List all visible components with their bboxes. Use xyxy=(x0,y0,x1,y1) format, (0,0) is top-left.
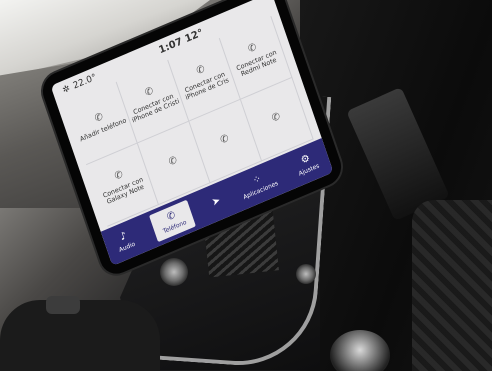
nav-label: Audio xyxy=(118,240,137,254)
nav-label: Teléfono xyxy=(162,218,188,236)
phone-icon: ✆ xyxy=(143,85,156,100)
cabin-temperature: 22.0° xyxy=(72,72,98,92)
fan-icon: ✲ xyxy=(61,83,72,97)
phone-icon: ✆ xyxy=(218,132,231,147)
steering-wheel-button[interactable] xyxy=(46,296,80,314)
passenger-seat xyxy=(412,200,492,371)
phone-icon: ✆ xyxy=(195,63,207,78)
volume-knob[interactable] xyxy=(160,258,188,286)
phone-icon: ✆ xyxy=(165,209,177,224)
apps-icon: ⁘ xyxy=(251,173,263,187)
time: 1:07 xyxy=(157,35,184,56)
nav-apps[interactable]: ⁘ Aplicaciones xyxy=(238,168,279,201)
steering-wheel xyxy=(0,300,160,371)
navigation-icon: ➤ xyxy=(210,194,222,209)
nav-label: Ajustes xyxy=(297,162,321,178)
nav-audio[interactable]: ♪ Audio xyxy=(114,228,136,254)
phone-icon: ✆ xyxy=(167,154,179,169)
nav-navigation[interactable]: ➤ xyxy=(211,194,223,210)
car-interior-photo: ✲ 22.0° 1:07 12° ✆ Añadir teléfono ✆ Con… xyxy=(0,0,492,371)
outside-temperature: 12° xyxy=(183,26,205,45)
music-icon: ♪ xyxy=(118,230,129,244)
nav-settings[interactable]: ⚙ Ajustes xyxy=(294,150,321,178)
settings-icon: ⚙ xyxy=(299,152,312,167)
climate-knob[interactable] xyxy=(296,264,316,284)
phone-icon: ✆ xyxy=(246,41,259,56)
phone-icon: ✆ xyxy=(270,110,282,125)
phone-icon: ✆ xyxy=(113,169,125,183)
phone-icon: ✆ xyxy=(93,111,105,125)
